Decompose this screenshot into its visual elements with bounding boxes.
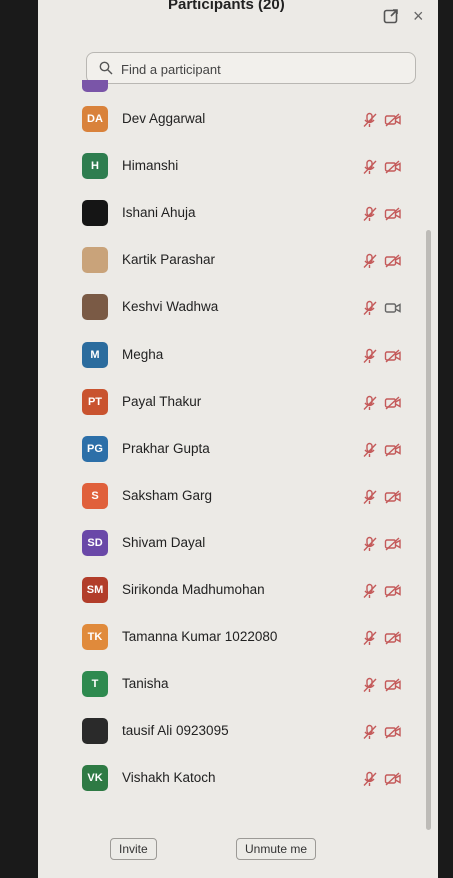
camera-off-icon[interactable] xyxy=(384,112,402,128)
participant-row[interactable]: M Megha xyxy=(38,336,438,376)
camera-off-icon[interactable] xyxy=(384,348,402,364)
participant-name: tausif Ali 0923095 xyxy=(122,723,229,739)
scrollbar[interactable] xyxy=(426,230,431,830)
participant-row[interactable]: T Tanisha xyxy=(38,665,438,705)
participant-row[interactable]: PG Prakhar Gupta xyxy=(38,430,438,470)
mic-muted-icon[interactable] xyxy=(362,395,378,411)
participant-row[interactable]: TK Tamanna Kumar 1022080 xyxy=(38,618,438,658)
avatar: S xyxy=(82,482,108,509)
mic-muted-icon[interactable] xyxy=(362,583,378,599)
participant-name: Kartik Parashar xyxy=(122,252,216,268)
participant-name: Shivam Dayal xyxy=(122,534,206,550)
participant-row[interactable]: DA Dev Aggarwal xyxy=(38,100,438,140)
mic-muted-icon[interactable] xyxy=(362,348,378,364)
participant-name: Keshvi Wadhwa xyxy=(122,299,219,315)
unmute-button[interactable]: Unmute me xyxy=(236,838,317,860)
participant-row[interactable]: Kartik Parashar xyxy=(38,241,438,281)
camera-off-icon[interactable] xyxy=(384,489,402,505)
search-icon xyxy=(99,61,113,75)
mic-muted-icon[interactable] xyxy=(362,489,378,505)
mic-muted-icon[interactable] xyxy=(362,677,378,693)
avatar xyxy=(82,200,108,227)
avatar: SM xyxy=(82,577,108,603)
avatar: H xyxy=(82,153,108,180)
avatar xyxy=(82,718,108,745)
avatar: VK xyxy=(82,765,108,792)
participant-name: Vishakh Katoch xyxy=(122,770,216,786)
camera-off-icon[interactable] xyxy=(384,677,402,693)
search-box[interactable] xyxy=(86,52,416,84)
camera-off-icon[interactable] xyxy=(384,206,402,222)
mic-muted-icon[interactable] xyxy=(362,159,378,175)
camera-off-icon[interactable] xyxy=(384,583,402,599)
participant-name: Prakhar Gupta xyxy=(122,440,210,456)
participant-row[interactable]: tausif Ali 0923095 xyxy=(38,712,438,752)
mic-muted-icon[interactable] xyxy=(362,724,378,740)
participant-row[interactable]: SD Shivam Dayal xyxy=(38,524,438,564)
mic-muted-icon[interactable] xyxy=(362,442,378,458)
avatar: TK xyxy=(82,624,108,651)
participant-row[interactable]: S Saksham Garg xyxy=(38,477,438,517)
mic-muted-icon[interactable] xyxy=(362,253,378,269)
camera-off-icon[interactable] xyxy=(384,253,402,269)
camera-icon[interactable] xyxy=(384,300,402,316)
participant-name: Saksham Garg xyxy=(122,487,213,503)
camera-off-icon[interactable] xyxy=(384,442,402,458)
partial-avatar xyxy=(82,80,108,92)
camera-off-icon[interactable] xyxy=(384,159,402,175)
camera-off-icon[interactable] xyxy=(384,395,402,411)
camera-off-icon[interactable] xyxy=(384,630,402,646)
participant-name: Megha xyxy=(122,346,164,362)
participant-name: Himanshi xyxy=(122,158,179,174)
avatar: SD xyxy=(82,529,108,556)
camera-off-icon[interactable] xyxy=(384,771,402,787)
avatar: PT xyxy=(82,388,108,415)
participant-name: Tamanna Kumar 1022080 xyxy=(122,629,278,645)
participants-panel: Participants (20) × DA Dev Aggarwal H Himan… xyxy=(38,0,438,878)
participant-name: Payal Thakur xyxy=(122,393,202,409)
mic-muted-icon[interactable] xyxy=(362,206,378,222)
camera-off-icon[interactable] xyxy=(384,724,402,740)
mic-muted-icon[interactable] xyxy=(362,630,378,646)
participant-row[interactable]: VK Vishakh Katoch xyxy=(38,759,438,799)
avatar: T xyxy=(82,671,108,698)
participant-row[interactable]: PT Payal Thakur xyxy=(38,383,438,423)
avatar xyxy=(82,247,108,274)
panel-header: Participants (20) × xyxy=(38,0,438,40)
panel-title: Participants (20) xyxy=(168,0,285,13)
mic-muted-icon[interactable] xyxy=(362,771,378,787)
participant-row[interactable]: Ishani Ahuja xyxy=(38,194,438,234)
avatar: PG xyxy=(82,435,108,462)
avatar xyxy=(82,294,108,321)
participant-name: Tanisha xyxy=(122,676,169,692)
close-icon[interactable]: × xyxy=(413,6,424,27)
participant-row[interactable]: H Himanshi xyxy=(38,147,438,187)
invite-button[interactable]: Invite xyxy=(110,838,157,860)
participant-row[interactable]: SM Sirikonda Madhumohan xyxy=(38,571,438,611)
avatar: DA xyxy=(82,106,108,132)
search-input[interactable] xyxy=(119,58,403,80)
camera-off-icon[interactable] xyxy=(384,536,402,552)
avatar: M xyxy=(82,341,108,368)
popout-icon[interactable] xyxy=(383,8,399,24)
mic-muted-icon[interactable] xyxy=(362,112,378,128)
participant-row[interactable]: Keshvi Wadhwa xyxy=(38,288,438,328)
mic-muted-icon[interactable] xyxy=(362,300,378,316)
participant-name: Sirikonda Madhumohan xyxy=(122,582,265,597)
participant-name: Dev Aggarwal xyxy=(122,111,206,126)
participant-name: Ishani Ahuja xyxy=(122,205,196,221)
mic-muted-icon[interactable] xyxy=(362,536,378,552)
